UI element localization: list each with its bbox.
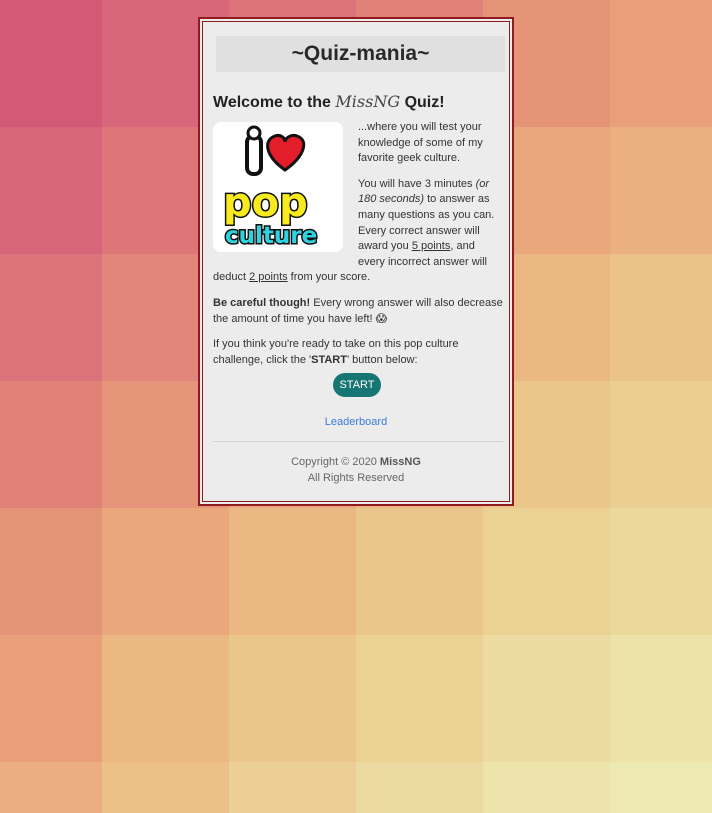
background-tile [483,762,610,813]
background-tile [0,127,102,254]
background-tile [229,762,356,813]
welcome-name: MissNG [335,92,401,111]
background-tile [610,635,712,762]
background-tile [610,762,712,813]
background-tile [0,0,102,127]
background-tile [356,635,483,762]
welcome-prefix: Welcome to the [213,94,331,111]
background-tile [483,635,610,762]
background-tile [229,635,356,762]
welcome-heading: Welcome to the MissNG Quiz! [213,92,445,112]
copyright-line: Copyright © 2020 MissNG [291,456,421,468]
background-tile [356,508,483,635]
background-tile [356,762,483,813]
background-tile [102,762,229,813]
quiz-card: ~Quiz-mania~ Welcome to the MissNG Quiz!… [198,17,514,506]
background-tile [0,635,102,762]
intro-paragraph-4: If you think you're ready to take on thi… [213,338,459,366]
background-tile [610,381,712,508]
background-tile [483,508,610,635]
background-tile [0,381,102,508]
footer-divider [213,441,503,442]
background-tile [102,508,229,635]
background-tile [610,0,712,127]
background-tile [229,508,356,635]
background-tile [610,508,712,635]
background-tile [610,127,712,254]
rights-line: All Rights Reserved [307,472,405,484]
background-tile [0,254,102,381]
footer: Copyright © 2020 MissNG All Rights Reser… [203,454,509,486]
background-tile [610,254,712,381]
background-tile [102,635,229,762]
start-button[interactable]: START [333,373,381,397]
leaderboard-link[interactable]: Leaderboard [203,416,509,428]
background-tile [0,762,102,813]
welcome-suffix: Quiz! [404,94,445,111]
intro-paragraph-3: Be careful though! Every wrong answer wi… [213,296,503,325]
intro-text: ...where you will test your knowledge of… [213,120,503,378]
page-title: ~Quiz-mania~ [216,36,505,72]
background-tile [0,508,102,635]
quiz-card-inner: ~Quiz-mania~ Welcome to the MissNG Quiz!… [202,21,510,502]
